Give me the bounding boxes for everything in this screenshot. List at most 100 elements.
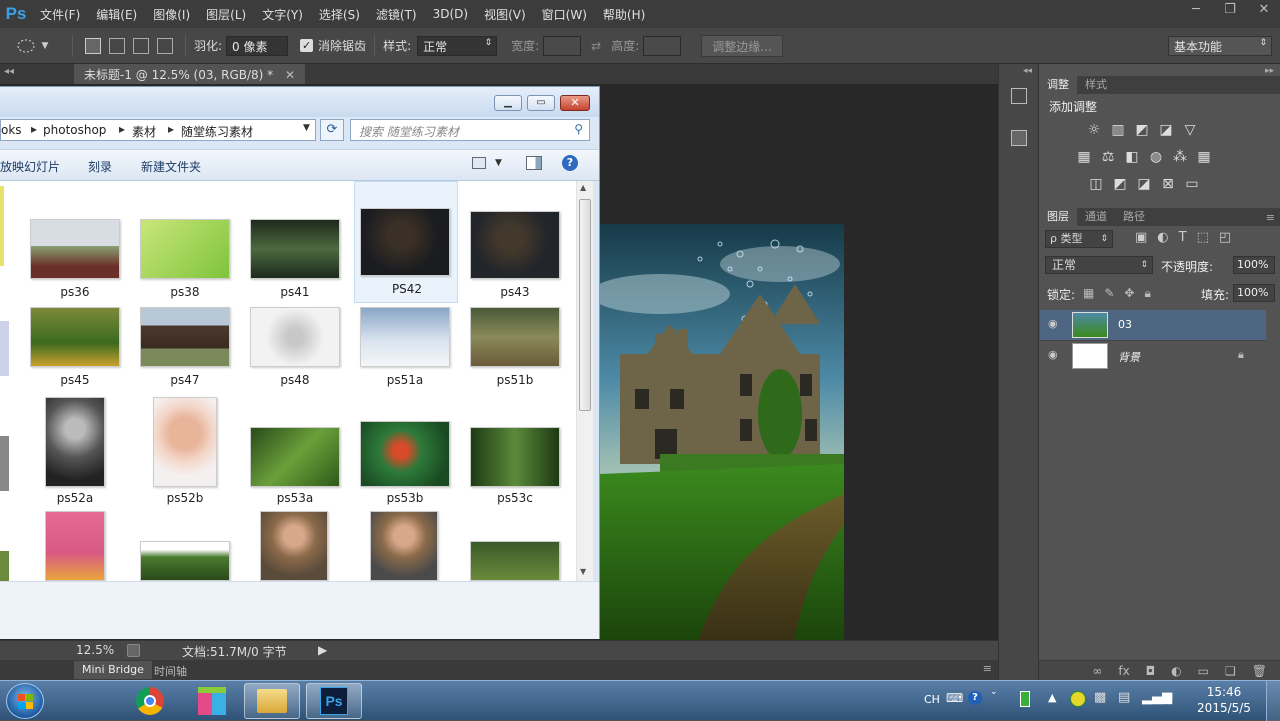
burn-button[interactable]: 刻录 xyxy=(88,158,112,175)
tray-device-icon[interactable]: ▤ xyxy=(1118,690,1130,705)
address-dropdown-icon[interactable]: ▼ xyxy=(303,123,310,133)
keyboard-icon[interactable]: ⌨ xyxy=(946,691,963,705)
shape-filter-icon[interactable]: ⬚ xyxy=(1197,230,1209,245)
posterize-icon[interactable]: ◩ xyxy=(1111,176,1129,192)
exposure-icon[interactable]: ◪ xyxy=(1157,122,1175,138)
file-item-ps36[interactable]: ps36 xyxy=(20,185,130,303)
start-button[interactable] xyxy=(6,683,44,719)
export-icon[interactable] xyxy=(127,644,140,657)
search-icon[interactable]: ⚲ xyxy=(574,122,583,136)
layer-style-icon[interactable]: fx xyxy=(1118,664,1129,678)
antialias-checkbox[interactable]: ✓ xyxy=(300,39,314,52)
taskbar-explorer[interactable] xyxy=(244,683,300,719)
menu-window[interactable]: 窗口(W) xyxy=(534,6,595,23)
panel-menu-icon[interactable]: ≡ xyxy=(1266,211,1275,224)
tray-app-icon[interactable] xyxy=(1070,691,1086,707)
tab-adjustments[interactable]: 调整 xyxy=(1039,76,1077,94)
visibility-eye-icon[interactable]: ◉ xyxy=(1048,317,1058,330)
thumbnail-image[interactable] xyxy=(45,511,105,581)
file-item-ps53a[interactable]: ps53a xyxy=(240,391,350,509)
file-item-ps41[interactable]: ps41 xyxy=(240,185,350,303)
hue-saturation-icon[interactable]: ▦ xyxy=(1075,149,1093,165)
tab-channels[interactable]: 通道 xyxy=(1077,208,1115,226)
thumbnail-image[interactable] xyxy=(140,541,230,581)
new-folder-button[interactable]: 新建文件夹 xyxy=(141,158,201,175)
volume-icon[interactable]: 🔈︎ xyxy=(1168,689,1176,705)
tab-layers[interactable]: 图层 xyxy=(1039,208,1077,226)
minimize-button[interactable]: ─ xyxy=(1186,2,1206,17)
menu-filter[interactable]: 滤镜(T) xyxy=(368,6,425,23)
adjustment-filter-icon[interactable]: ◐ xyxy=(1157,230,1168,245)
feather-input[interactable]: 0 像素 xyxy=(226,35,289,56)
expand-icon[interactable]: ▸▸ xyxy=(1265,66,1274,76)
height-input[interactable] xyxy=(643,35,682,56)
scroll-up-icon[interactable]: ▲ xyxy=(580,183,586,192)
color-lookup-icon[interactable]: ▦ xyxy=(1195,149,1213,165)
lock-all-icon[interactable]: 🔒︎ xyxy=(1144,286,1150,301)
new-layer-icon[interactable]: ❏ xyxy=(1225,664,1236,678)
search-box[interactable]: 搜索 随堂练习素材 ⚲ xyxy=(350,119,590,141)
gradient-map-icon[interactable]: ▭ xyxy=(1183,176,1201,192)
taskbar-chrome[interactable] xyxy=(122,683,178,719)
show-desktop-button[interactable] xyxy=(1266,681,1280,721)
style-select[interactable]: 正常 ⇕ xyxy=(417,35,498,56)
breadcrumb-arrow-icon[interactable]: ▸ xyxy=(119,122,125,136)
system-clock[interactable]: 15:46 2015/5/5 xyxy=(1194,684,1254,716)
refresh-icon[interactable]: ⟳ xyxy=(320,119,344,141)
menu-view[interactable]: 视图(V) xyxy=(476,6,534,23)
ime-options-icon[interactable]: ⌄ xyxy=(990,687,998,697)
scrollbar-thumb[interactable] xyxy=(579,199,591,411)
preview-pane-icon[interactable] xyxy=(526,156,542,170)
selective-color-icon[interactable]: ⊠ xyxy=(1159,176,1177,192)
address-bar[interactable]: oks ▸ photoshop ▸ 素材 ▸ 随堂练习素材 ▼ xyxy=(0,119,316,141)
refine-edge-button[interactable]: 调整边缘... xyxy=(701,34,783,57)
close-tab-icon[interactable]: ✕ xyxy=(285,68,295,82)
taskbar-photoshop[interactable]: Ps xyxy=(306,683,362,719)
scroll-down-icon[interactable]: ▼ xyxy=(580,567,586,576)
restore-button[interactable]: ❐ xyxy=(1220,2,1240,17)
zoom-level[interactable]: 12.5% xyxy=(76,643,114,657)
type-filter-icon[interactable]: T xyxy=(1179,230,1187,245)
thumbnail-image[interactable] xyxy=(370,511,438,581)
collapse-icon[interactable]: ◂◂ xyxy=(1023,66,1032,76)
new-selection-icon[interactable] xyxy=(85,37,101,54)
color-balance-icon[interactable]: ⚖ xyxy=(1099,149,1117,165)
file-explorer-window[interactable]: ▁ ▭ ✕ oks ▸ photoshop ▸ 素材 ▸ 随堂练习素材 ▼ ⟳ … xyxy=(0,86,600,639)
file-item-ps52b[interactable]: ps52b xyxy=(130,391,240,509)
file-item-ps53c[interactable]: ps53c xyxy=(460,391,570,509)
new-group-icon[interactable]: ▭ xyxy=(1198,664,1209,678)
breadcrumb-arrow-icon[interactable]: ▸ xyxy=(168,122,174,136)
battery-icon[interactable] xyxy=(1020,691,1030,707)
menu-file[interactable]: 文件(F) xyxy=(32,6,88,23)
file-item-ps52a[interactable]: ps52a xyxy=(20,391,130,509)
language-indicator[interactable]: CH xyxy=(924,693,940,706)
blend-mode-select[interactable]: 正常 ⇕ xyxy=(1045,256,1153,274)
tab-paths[interactable]: 路径 xyxy=(1115,208,1153,226)
tool-preset-picker[interactable]: ▼ xyxy=(0,38,64,54)
path-segment[interactable]: 随堂练习素材 xyxy=(181,123,253,140)
brightness-icon[interactable]: ☼ xyxy=(1085,122,1103,138)
add-selection-icon[interactable] xyxy=(109,37,125,54)
levels-icon[interactable]: ▥ xyxy=(1109,122,1127,138)
photo-filter-icon[interactable]: ◍ xyxy=(1147,149,1165,165)
collapse-icon[interactable]: ◂◂ xyxy=(4,66,14,77)
ime-help-icon[interactable]: ? xyxy=(968,691,982,705)
channel-mixer-icon[interactable]: ⁂ xyxy=(1171,149,1189,165)
layer-name[interactable]: 03 xyxy=(1118,318,1132,331)
path-segment[interactable]: oks xyxy=(1,123,22,137)
explorer-maximize-button[interactable]: ▭ xyxy=(527,95,555,111)
thumbnail-image[interactable] xyxy=(470,541,560,581)
threshold-icon[interactable]: ◪ xyxy=(1135,176,1153,192)
link-layers-icon[interactable]: ∞ xyxy=(1092,664,1102,678)
fill-input[interactable]: 100% xyxy=(1233,284,1275,302)
close-button[interactable]: ✕ xyxy=(1254,2,1274,17)
width-input[interactable] xyxy=(543,35,582,56)
view-dropdown-icon[interactable]: ▼ xyxy=(495,158,502,168)
swap-icon[interactable]: ⇄ xyxy=(591,39,601,53)
layer-item-background[interactable]: ◉ 背景 🔒︎ xyxy=(1040,340,1266,370)
vibrance-icon[interactable]: ▽ xyxy=(1181,122,1199,138)
path-segment[interactable]: photoshop xyxy=(43,123,106,137)
explorer-close-button[interactable]: ✕ xyxy=(560,95,590,111)
lock-position-icon[interactable]: ✥ xyxy=(1124,286,1134,301)
history-icon[interactable] xyxy=(1011,88,1027,104)
